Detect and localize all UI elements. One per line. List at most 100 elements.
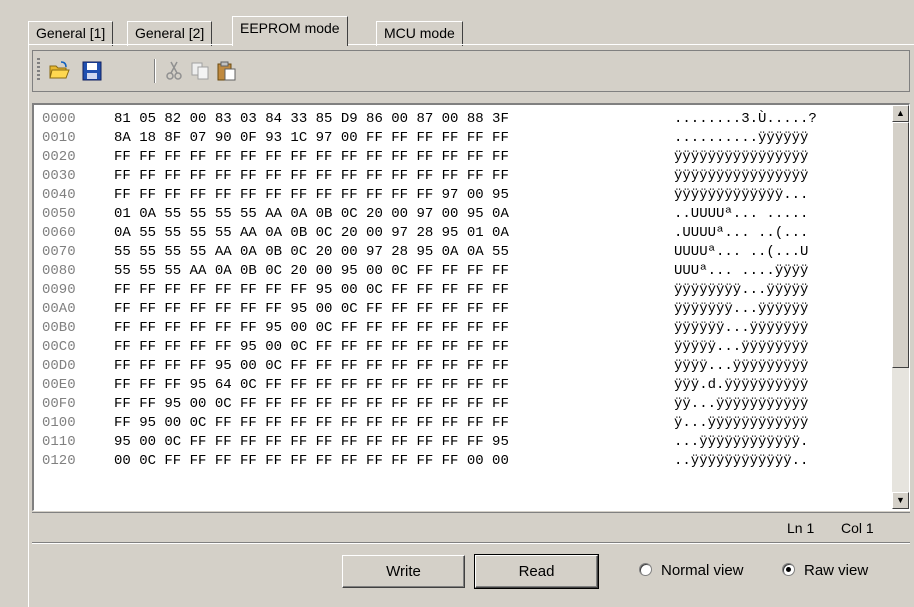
- hex-row: 0050 01 0A 55 55 55 55 AA 0A 0B 0C 20 00 …: [42, 205, 817, 224]
- paste-clipboard-icon[interactable]: [215, 60, 237, 82]
- row-offset: 0060: [42, 225, 76, 241]
- status-bar: Ln 1 Col 1: [32, 512, 910, 542]
- read-button[interactable]: Read: [474, 554, 599, 589]
- row-hex-bytes: 01 0A 55 55 55 55 AA 0A 0B 0C 20 00 97 0…: [114, 206, 509, 222]
- hex-row: 00D0 FF FF FF FF 95 00 0C FF FF FF FF FF …: [42, 357, 817, 376]
- tab-eeprom-mode[interactable]: EEPROM mode: [232, 16, 348, 46]
- row-hex-bytes: FF FF FF FF FF FF FF FF FF FF FF FF FF F…: [114, 149, 509, 165]
- write-button[interactable]: Write: [342, 555, 465, 588]
- scroll-thumb[interactable]: [892, 122, 909, 368]
- row-offset: 0100: [42, 415, 76, 431]
- tab-general-2[interactable]: General [2]: [127, 21, 213, 46]
- divider: [32, 542, 910, 544]
- row-ascii: ..UUUUª... .....: [674, 206, 809, 222]
- row-ascii: UUUª... ....ÿÿÿÿ: [674, 263, 809, 279]
- row-offset: 0120: [42, 453, 76, 469]
- hex-row: 00B0 FF FF FF FF FF FF 95 00 0C FF FF FF …: [42, 319, 817, 338]
- row-offset: 0010: [42, 130, 76, 146]
- raw-view-radio-circle[interactable]: [782, 563, 795, 576]
- row-hex-bytes: FF FF FF FF FF FF FF FF FF FF FF FF FF 9…: [114, 187, 509, 203]
- hex-row: 0080 55 55 55 AA 0A 0B 0C 20 00 95 00 0C …: [42, 262, 817, 281]
- hex-row: 0000 81 05 82 00 83 03 84 33 85 D9 86 00 …: [42, 110, 817, 129]
- row-ascii: ÿÿÿÿÿ...ÿÿÿÿÿÿÿÿ: [674, 339, 809, 355]
- line-indicator: Ln 1: [787, 520, 815, 536]
- row-ascii: ..........ÿÿÿÿÿÿ: [674, 130, 809, 146]
- row-hex-bytes: FF FF FF FF 95 00 0C FF FF FF FF FF FF F…: [114, 358, 509, 374]
- open-folder-icon[interactable]: [48, 60, 70, 82]
- row-hex-bytes: FF FF FF 95 64 0C FF FF FF FF FF FF FF F…: [114, 377, 509, 393]
- normal-view-radio[interactable]: Normal view: [639, 562, 744, 582]
- hex-row: 0100 FF 95 00 0C FF FF FF FF FF FF FF FF …: [42, 414, 817, 433]
- tab-general-1[interactable]: General [1]: [28, 21, 114, 46]
- normal-view-radio-circle[interactable]: [639, 563, 652, 576]
- row-ascii: ÿÿÿÿÿÿÿÿ...ÿÿÿÿÿ: [674, 282, 809, 298]
- tab-mcu-mode[interactable]: MCU mode: [376, 21, 463, 46]
- hex-row: 00A0 FF FF FF FF FF FF FF 95 00 0C FF FF …: [42, 300, 817, 319]
- row-offset: 0050: [42, 206, 76, 222]
- hex-row: 0040 FF FF FF FF FF FF FF FF FF FF FF FF …: [42, 186, 817, 205]
- row-hex-bytes: 00 0C FF FF FF FF FF FF FF FF FF FF FF F…: [114, 453, 509, 469]
- row-hex-bytes: FF FF FF FF FF FF FF FF FF FF FF FF FF F…: [114, 168, 509, 184]
- row-ascii: ÿÿÿÿ...ÿÿÿÿÿÿÿÿÿ: [674, 358, 809, 374]
- row-ascii: ÿÿÿÿÿÿ...ÿÿÿÿÿÿÿ: [674, 320, 809, 336]
- row-ascii: ÿÿ...ÿÿÿÿÿÿÿÿÿÿÿ: [674, 396, 809, 412]
- raw-view-label: Raw view: [804, 562, 869, 579]
- row-ascii: .UUUUª... ..(...: [674, 225, 809, 241]
- hex-row: 0090 FF FF FF FF FF FF FF FF 95 00 0C FF …: [42, 281, 817, 300]
- scroll-down-icon[interactable]: ▼: [892, 492, 909, 509]
- hex-row: 00E0 FF FF FF 95 64 0C FF FF FF FF FF FF …: [42, 376, 817, 395]
- row-hex-bytes: FF FF FF FF FF FF FF 95 00 0C FF FF FF F…: [114, 301, 509, 317]
- hex-row: 0010 8A 18 8F 07 90 0F 93 1C 97 00 FF FF …: [42, 129, 817, 148]
- hex-row: 0030 FF FF FF FF FF FF FF FF FF FF FF FF …: [42, 167, 817, 186]
- row-ascii: ÿÿÿÿÿÿÿ...ÿÿÿÿÿÿ: [674, 301, 809, 317]
- row-offset: 0080: [42, 263, 76, 279]
- hex-rows: 0000 81 05 82 00 83 03 84 33 85 D9 86 00 …: [42, 110, 817, 471]
- normal-view-label: Normal view: [661, 562, 744, 579]
- row-ascii: ÿÿÿÿÿÿÿÿÿÿÿÿÿÿÿÿ: [674, 168, 809, 184]
- cut-scissors-icon[interactable]: [163, 60, 185, 82]
- row-ascii: ........3.Ù.....?: [674, 111, 817, 127]
- toolbar: [32, 50, 910, 92]
- row-offset: 00B0: [42, 320, 76, 336]
- column-indicator: Col 1: [841, 520, 874, 536]
- scroll-up-icon[interactable]: ▲: [892, 105, 909, 122]
- row-hex-bytes: FF FF FF FF FF FF FF FF 95 00 0C FF FF F…: [114, 282, 509, 298]
- row-offset: 0040: [42, 187, 76, 203]
- row-hex-bytes: 55 55 55 AA 0A 0B 0C 20 00 95 00 0C FF F…: [114, 263, 509, 279]
- hex-row: 0020 FF FF FF FF FF FF FF FF FF FF FF FF …: [42, 148, 817, 167]
- row-offset: 00C0: [42, 339, 76, 355]
- row-offset: 0000: [42, 111, 76, 127]
- row-ascii: UUUUª... ..(...U: [674, 244, 809, 260]
- toolbar-separator: [154, 59, 156, 83]
- hex-editor[interactable]: 0000 81 05 82 00 83 03 84 33 85 D9 86 00 …: [32, 103, 910, 511]
- raw-view-radio[interactable]: Raw view: [782, 562, 868, 582]
- row-hex-bytes: 55 55 55 55 AA 0A 0B 0C 20 00 97 28 95 0…: [114, 244, 509, 260]
- row-offset: 00A0: [42, 301, 76, 317]
- row-offset: 00D0: [42, 358, 76, 374]
- row-offset: 00F0: [42, 396, 76, 412]
- row-hex-bytes: 95 00 0C FF FF FF FF FF FF FF FF FF FF F…: [114, 434, 509, 450]
- row-hex-bytes: FF FF FF FF FF 95 00 0C FF FF FF FF FF F…: [114, 339, 509, 355]
- row-hex-bytes: 81 05 82 00 83 03 84 33 85 D9 86 00 87 0…: [114, 111, 509, 127]
- hex-row: 0110 95 00 0C FF FF FF FF FF FF FF FF FF …: [42, 433, 817, 452]
- vertical-scrollbar[interactable]: ▲ ▼: [892, 105, 909, 509]
- row-hex-bytes: 8A 18 8F 07 90 0F 93 1C 97 00 FF FF FF F…: [114, 130, 509, 146]
- row-offset: 0090: [42, 282, 76, 298]
- copy-icon[interactable]: [189, 60, 211, 82]
- row-hex-bytes: FF 95 00 0C FF FF FF FF FF FF FF FF FF F…: [114, 415, 509, 431]
- hex-row: 00F0 FF FF 95 00 0C FF FF FF FF FF FF FF …: [42, 395, 817, 414]
- row-hex-bytes: FF FF 95 00 0C FF FF FF FF FF FF FF FF F…: [114, 396, 509, 412]
- save-disk-icon[interactable]: [81, 60, 103, 82]
- row-offset: 0110: [42, 434, 76, 450]
- row-offset: 00E0: [42, 377, 76, 393]
- row-ascii: ÿ...ÿÿÿÿÿÿÿÿÿÿÿÿ: [674, 415, 809, 431]
- row-offset: 0070: [42, 244, 76, 260]
- hex-row: 0060 0A 55 55 55 55 AA 0A 0B 0C 20 00 97 …: [42, 224, 817, 243]
- row-hex-bytes: 0A 55 55 55 55 AA 0A 0B 0C 20 00 97 28 9…: [114, 225, 509, 241]
- hex-row: 00C0 FF FF FF FF FF 95 00 0C FF FF FF FF …: [42, 338, 817, 357]
- row-ascii: ...ÿÿÿÿÿÿÿÿÿÿÿÿ.: [674, 434, 809, 450]
- hex-row: 0120 00 0C FF FF FF FF FF FF FF FF FF FF …: [42, 452, 817, 471]
- toolbar-grip-icon[interactable]: [37, 58, 40, 82]
- row-offset: 0020: [42, 149, 76, 165]
- row-ascii: ÿÿÿÿÿÿÿÿÿÿÿÿÿ...: [674, 187, 809, 203]
